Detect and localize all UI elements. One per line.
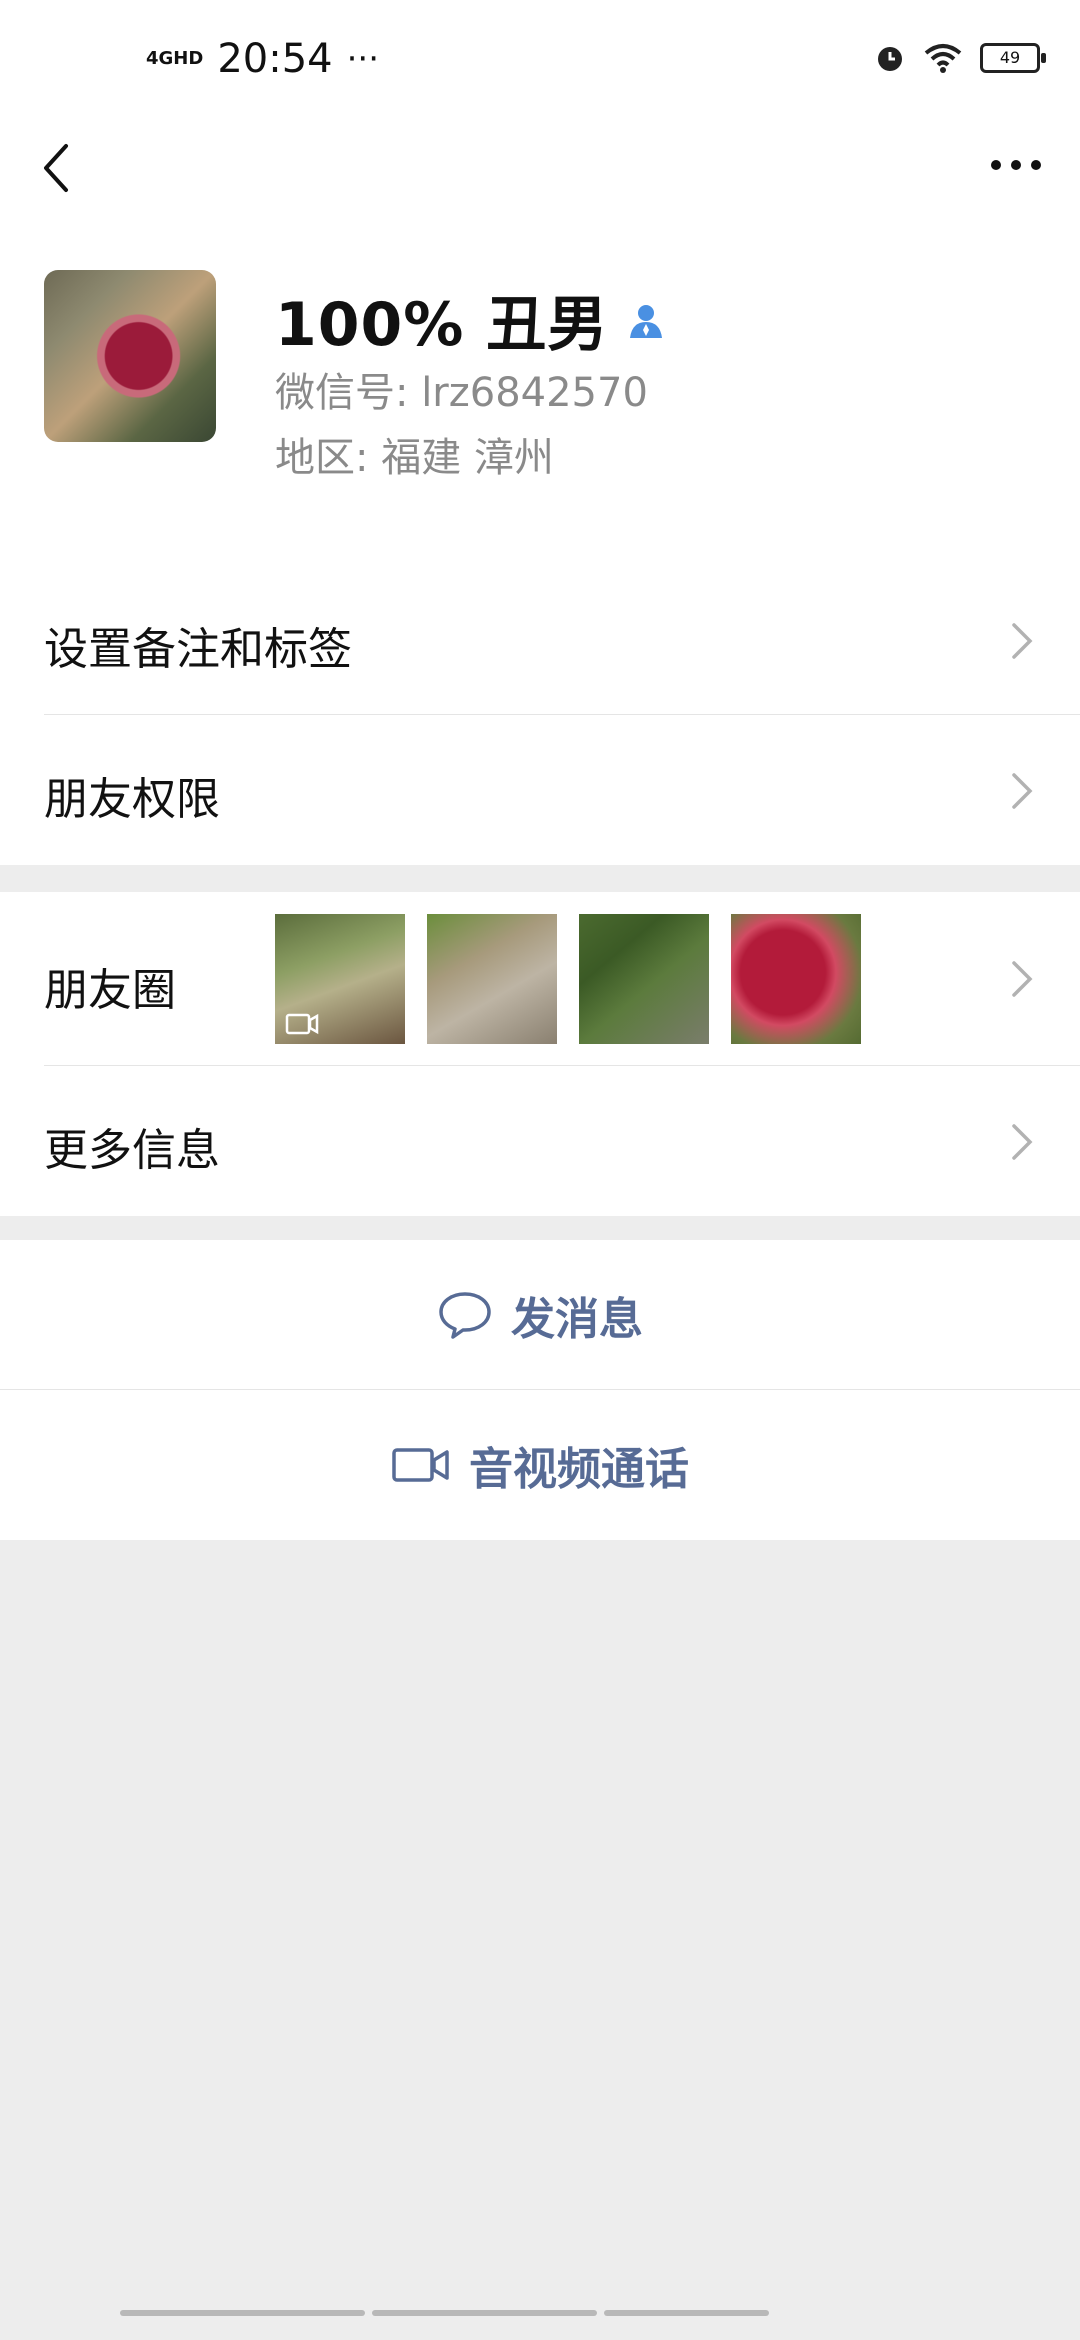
moments-thumbnails: [275, 914, 861, 1044]
friend-permissions-row[interactable]: 朋友权限: [0, 715, 1080, 865]
video-call-button[interactable]: 音视频通话: [0, 1390, 1080, 1540]
send-message-content: 发消息: [0, 1240, 1080, 1390]
remark-tags-label: 设置备注和标签: [44, 624, 352, 675]
moments-label: 朋友圈: [44, 965, 176, 1016]
send-message-label: 发消息: [511, 1294, 643, 1345]
status-time: 20:54: [217, 36, 333, 82]
chevron-right-icon: [1012, 961, 1033, 997]
chevron-right-icon: [1012, 1124, 1033, 1160]
back-icon[interactable]: [34, 138, 78, 198]
video-camera-icon: [285, 1013, 319, 1035]
more-info-label: 更多信息: [44, 1125, 220, 1176]
chevron-right-icon: [1012, 623, 1033, 659]
video-call-label: 音视频通话: [469, 1444, 689, 1495]
status-left: 4GHD 20:54 ···: [146, 36, 379, 82]
battery-icon: 49: [980, 43, 1046, 73]
nav-bar: [0, 120, 1080, 210]
remark-tags-row[interactable]: 设置备注和标签: [0, 565, 1080, 715]
region: 地区: 福建 漳州: [275, 435, 554, 481]
actions-group: 发消息 音视频通话: [0, 1240, 1080, 1540]
status-bar: 4GHD 20:54 ··· 49: [0, 0, 1080, 120]
moments-photo: [579, 914, 709, 1044]
moments-row[interactable]: 朋友圈: [0, 892, 1080, 1066]
profile-name: 100% 丑男: [275, 290, 609, 360]
message-bubble-icon: [439, 1292, 491, 1339]
avatar[interactable]: [44, 270, 216, 442]
video-camera-icon: [392, 1448, 449, 1482]
friend-permissions-label: 朋友权限: [44, 774, 220, 825]
status-more: ···: [346, 39, 380, 79]
send-message-button[interactable]: 发消息: [0, 1240, 1080, 1390]
alarm-icon: [878, 47, 902, 71]
name-row: 100% 丑男: [275, 276, 666, 363]
moments-photo: [427, 914, 557, 1044]
chevron-right-icon: [1012, 773, 1033, 809]
status-right: 49: [874, 42, 1046, 74]
more-info-row[interactable]: 更多信息: [0, 1066, 1080, 1216]
verified-user-icon: [630, 304, 663, 338]
more-icon[interactable]: [986, 140, 1046, 190]
wechat-id: 微信号: lrz6842570: [275, 370, 648, 416]
wifi-icon: [924, 44, 962, 73]
settings-group: 设置备注和标签 朋友权限: [0, 565, 1080, 865]
moments-photo: [275, 914, 405, 1044]
moments-group: 朋友圈 更多信息: [0, 892, 1080, 1216]
home-indicator: [120, 2310, 960, 2318]
network-indicator: 4GHD: [146, 48, 204, 69]
video-call-content: 音视频通话: [0, 1390, 1080, 1540]
moments-photo: [731, 914, 861, 1044]
profile-card: 100% 丑男 微信号: lrz6842570 地区: 福建 漳州: [0, 210, 1080, 565]
